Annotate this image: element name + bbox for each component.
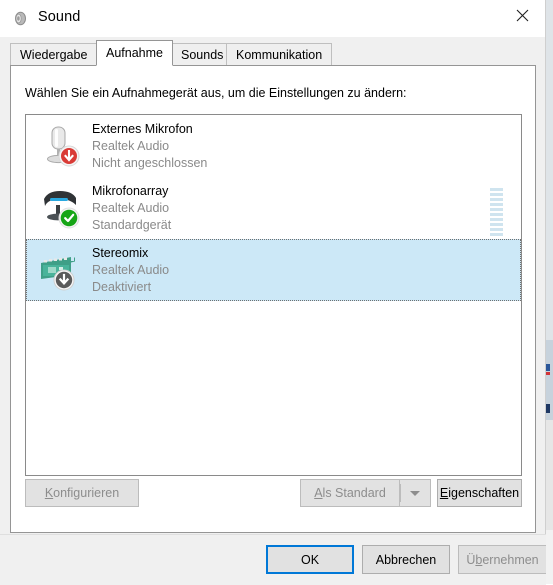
set-default-button[interactable]: Als Standard [300, 479, 400, 507]
set-default-dropdown-button[interactable] [400, 479, 431, 507]
device-driver: Realtek Audio [92, 263, 170, 277]
microphone-icon [38, 123, 86, 169]
microphone-array-icon [38, 185, 86, 231]
device-name: Externes Mikrofon [92, 122, 193, 136]
level-segment [490, 208, 503, 211]
tab-kommunikation[interactable]: Kommunikation [226, 43, 333, 66]
list-item[interactable]: Mikrofonarray Realtek Audio Standardgerä… [26, 177, 521, 239]
level-meter [490, 188, 503, 236]
speaker-icon [12, 10, 29, 27]
tab-wiedergabe[interactable]: Wiedergabe [10, 43, 98, 66]
list-item-text: Stereomix Realtek Audio Deaktiviert [92, 245, 461, 296]
apply-button[interactable]: Übernehmen [458, 545, 546, 574]
level-segment [490, 213, 503, 216]
device-status: Standardgerät [92, 218, 172, 232]
device-status: Nicht angeschlossen [92, 156, 208, 170]
device-status: Deaktiviert [92, 280, 152, 294]
properties-button-label: Eigenschaften [439, 486, 520, 500]
device-name: Stereomix [92, 246, 149, 260]
list-item[interactable]: Externes Mikrofon Realtek Audio Nicht an… [26, 115, 521, 177]
level-segment [490, 198, 503, 201]
separator [400, 484, 401, 502]
device-driver: Realtek Audio [92, 139, 170, 153]
cancel-button-label: Abbrechen [375, 552, 437, 567]
level-segment [490, 223, 503, 226]
list-item-text: Externes Mikrofon Realtek Audio Nicht an… [92, 121, 461, 172]
tab-aufnahme[interactable]: Aufnahme [96, 40, 173, 66]
ok-button[interactable]: OK [266, 545, 354, 574]
ok-button-label: OK [300, 552, 320, 567]
device-driver: Realtek Audio [92, 201, 170, 215]
level-segment [490, 188, 503, 191]
chevron-down-icon [410, 490, 420, 496]
level-segment [490, 218, 503, 221]
list-item-selected[interactable]: Stereomix Realtek Audio Deaktiviert [26, 239, 521, 301]
configure-button[interactable]: Konfigurieren [25, 479, 139, 507]
configure-button-label: Konfigurieren [44, 486, 120, 500]
sound-card-icon [38, 247, 86, 293]
level-segment [490, 203, 503, 206]
device-list[interactable]: Externes Mikrofon Realtek Audio Nicht an… [25, 114, 522, 476]
properties-button[interactable]: Eigenschaften [437, 479, 522, 507]
instruction-text: Wählen Sie ein Aufnahmegerät aus, um die… [25, 86, 407, 100]
set-default-button-label: Als Standard [314, 486, 386, 500]
level-segment [490, 233, 503, 236]
device-name: Mikrofonarray [92, 184, 169, 198]
sound-dialog: Sound Wiedergabe Aufnahme Sounds Kommuni… [0, 0, 546, 585]
close-icon[interactable] [499, 0, 545, 30]
list-item-text: Mikrofonarray Realtek Audio Standardgerä… [92, 183, 461, 234]
level-segment [490, 193, 503, 196]
tab-sounds[interactable]: Sounds [171, 43, 234, 66]
apply-button-label: Übernehmen [466, 552, 539, 567]
level-segment [490, 228, 503, 231]
tab-page-aufnahme: Wählen Sie ein Aufnahmegerät aus, um die… [10, 65, 536, 533]
tab-strip: Wiedergabe Aufnahme Sounds Kommunikation [10, 40, 536, 66]
window-title: Sound [38, 9, 81, 25]
dialog-footer: OK Abbrechen Übernehmen [0, 534, 546, 585]
cancel-button[interactable]: Abbrechen [362, 545, 450, 574]
title-bar: Sound [0, 0, 545, 37]
